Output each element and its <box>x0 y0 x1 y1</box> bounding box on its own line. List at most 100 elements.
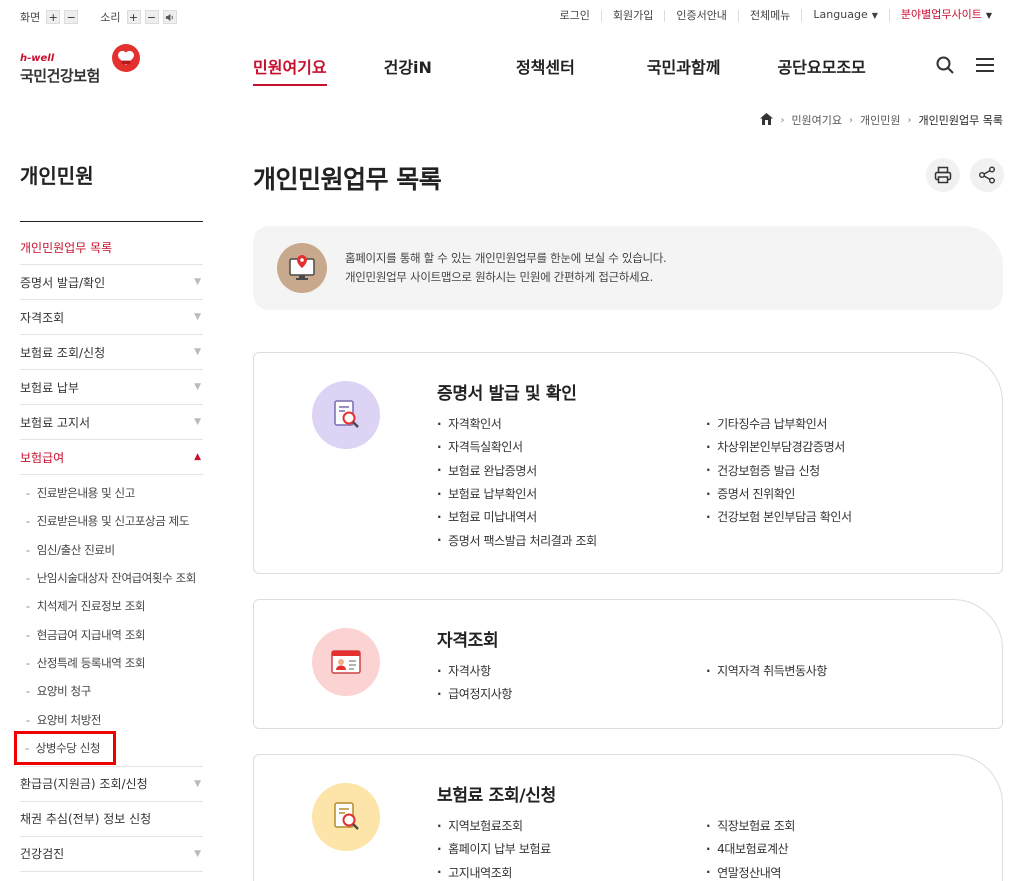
signup-link[interactable]: 회원가입 <box>600 9 664 22</box>
print-icon[interactable] <box>926 158 960 192</box>
logo-name: 국민건강보험 <box>20 67 100 85</box>
breadcrumb-item[interactable]: 개인민원 <box>860 112 900 128</box>
sidebar-item-checkup[interactable]: 건강검진 ▼ <box>20 837 203 872</box>
card-link[interactable]: 직장보험료 조회 <box>706 814 795 837</box>
sidebar-subitem[interactable]: - 요양비 처방전 <box>20 705 203 733</box>
search-icon[interactable] <box>934 54 956 76</box>
language-label: Language <box>813 8 868 21</box>
card-link[interactable]: 홈페이지 납부 보험료 <box>437 837 551 860</box>
sidebar-subitem[interactable]: - 치석제거 진료정보 조회 <box>20 592 203 620</box>
certificate-guide-link[interactable]: 인증서안내 <box>664 9 738 22</box>
sidebar-subitem[interactable]: - 현금급여 지급내역 조회 <box>20 620 203 648</box>
card-link[interactable]: 자격득실확인서 <box>437 435 597 458</box>
card-link-list: 지역보험료조회 홈페이지 납부 보험료 고지내역조회 <box>437 814 551 881</box>
card-link[interactable]: 지역보험료조회 <box>437 814 551 837</box>
card-link[interactable]: 보험료 완납증명서 <box>437 459 597 482</box>
home-icon[interactable] <box>760 112 774 128</box>
card-link-list: 자격사항 급여정지사항 <box>437 659 512 706</box>
chevron-right-icon: › <box>780 114 785 126</box>
sidebar-item-qualification[interactable]: 자격조회 ▼ <box>20 300 203 335</box>
global-navigation: 민원여기요 건강iN 정책센터 국민과함께 공단요모조모 <box>253 54 866 86</box>
sidebar-subitem-label: 현금급여 지급내역 조회 <box>36 627 146 642</box>
sidebar-item-label: 증명서 발급/확인 <box>20 275 106 290</box>
sidebar-subitem[interactable]: - 요양비 청구 <box>20 677 203 705</box>
sidebar-subitem-sickness-allowance[interactable]: - 상병수당 신청 <box>14 730 116 766</box>
share-icon[interactable] <box>970 158 1004 192</box>
card-link[interactable]: 자격사항 <box>437 659 512 682</box>
card-link[interactable]: 급여정지사항 <box>437 682 512 705</box>
accessibility-controls: 화면 + − 소리 + − <box>20 9 181 25</box>
login-link[interactable]: 로그인 <box>548 9 600 22</box>
card-link[interactable]: 지역자격 취득변동사항 <box>706 659 827 682</box>
sidebar-item-refund[interactable]: 환급금(지원금) 조회/신청 ▼ <box>20 767 203 802</box>
utility-bar: 화면 + − 소리 + − 로그인 회원가입 인증서안내 전체메뉴 Langua… <box>0 0 1023 34</box>
field-site-select[interactable]: 분야별업무사이트 ▼ <box>888 9 1003 22</box>
speaker-icon[interactable] <box>162 10 177 24</box>
sidebar-item-label: 환급금(지원금) 조회/신청 <box>20 777 148 792</box>
utility-links: 로그인 회원가입 인증서안내 전체메뉴 Language ▼ 분야별업무사이트 ▼ <box>548 9 1003 22</box>
sidebar-subitem[interactable]: - 진료받은내용 및 신고포상금 제도 <box>20 507 203 535</box>
breadcrumb-item[interactable]: 민원여기요 <box>791 112 842 128</box>
card-link[interactable]: 건강보험 본인부담금 확인서 <box>706 505 852 528</box>
sidebar-item-premium-bill[interactable]: 보험료 고지서 ▼ <box>20 405 203 440</box>
triangle-down-icon: ▼ <box>194 417 201 427</box>
triangle-down-icon: ▼ <box>194 277 201 287</box>
card-link[interactable]: 자격확인서 <box>437 412 597 435</box>
nav-with-citizens[interactable]: 국민과함께 <box>647 54 721 78</box>
sidebar-item-benefits[interactable]: 보험급여 ▲ <box>20 440 203 475</box>
sidebar-title: 개인민원 <box>20 164 94 188</box>
breadcrumb-current: 개인민원업무 목록 <box>918 114 1003 127</box>
nav-health-in[interactable]: 건강iN <box>384 54 432 78</box>
hamburger-menu-icon[interactable] <box>974 54 996 76</box>
card-link-list: 직장보험료 조회 4대보험료계산 연말정산내역 <box>706 814 795 881</box>
sidebar-item-label: 자격조회 <box>20 310 65 325</box>
logo-tagline: h-well <box>20 53 55 64</box>
sidebar-item-label: 개인민원업무 목록 <box>20 240 113 255</box>
sound-label: 소리 <box>100 11 121 24</box>
sidebar-item-premium-payment[interactable]: 보험료 납부 ▼ <box>20 370 203 405</box>
notice-line: 홈페이지를 통해 할 수 있는 개인민원업무를 한눈에 보실 수 있습니다. <box>345 251 667 265</box>
sidebar-item-debt-collection[interactable]: 채권 추심(전부) 정보 신청 <box>20 802 203 837</box>
sidebar-item-label: 건강검진 <box>20 847 65 862</box>
card-link[interactable]: 보험료 납부확인서 <box>437 482 597 505</box>
triangle-down-icon: ▼ <box>194 778 201 789</box>
card-title: 자격조회 <box>437 631 499 651</box>
sidebar-subitem[interactable]: - 임신/출산 진료비 <box>20 536 203 564</box>
nav-civil-service[interactable]: 민원여기요 <box>253 54 327 86</box>
triangle-down-icon: ▼ <box>194 848 201 859</box>
sidebar-item-civil-list[interactable]: 개인민원업무 목록 <box>20 230 203 265</box>
card-link[interactable]: 4대보험료계산 <box>706 837 795 860</box>
volume-up-button[interactable]: + <box>126 10 141 24</box>
monitor-location-icon <box>277 243 327 293</box>
sidebar-subitem-label: 진료받은내용 및 신고 <box>36 486 136 501</box>
caret-down-icon: ▼ <box>871 11 878 20</box>
card-link[interactable]: 기타징수금 납부확인서 <box>706 412 852 435</box>
sidebar-item-premium-inquiry[interactable]: 보험료 조회/신청 ▼ <box>20 335 203 370</box>
card-link[interactable]: 보험료 미납내역서 <box>437 505 597 528</box>
service-card-premium: 보험료 조회/신청 지역보험료조회 홈페이지 납부 보험료 고지내역조회 직장보… <box>253 754 1003 881</box>
sidebar-subitem[interactable]: - 난임시술대상자 잔여급여횟수 조회 <box>20 564 203 592</box>
chevron-right-icon: › <box>849 114 854 126</box>
card-link[interactable]: 차상위본인부담경감증명서 <box>706 435 852 458</box>
card-link[interactable]: 건강보험증 발급 신청 <box>706 459 852 482</box>
nav-policy-center[interactable]: 정책센터 <box>516 54 575 78</box>
sidebar-subitem[interactable]: - 산정특례 등록내역 조회 <box>20 649 203 677</box>
page-title: 개인민원업무 목록 <box>253 165 442 194</box>
sidebar-subitem-label: 산정특례 등록내역 조회 <box>36 655 146 670</box>
all-menu-link[interactable]: 전체메뉴 <box>737 9 801 22</box>
sidebar-item-certificate[interactable]: 증명서 발급/확인 ▼ <box>20 265 203 300</box>
nhis-logo[interactable]: h-well 국민건강보험 <box>20 44 140 85</box>
language-select[interactable]: Language ▼ <box>801 9 888 22</box>
volume-down-button[interactable]: − <box>144 10 159 24</box>
zoom-in-button[interactable]: + <box>46 10 61 24</box>
sidebar-item-label: 보험료 고지서 <box>20 415 91 430</box>
card-link[interactable]: 고지내역조회 <box>437 861 551 881</box>
sidebar-subitem[interactable]: - 진료받은내용 및 신고 <box>20 479 203 507</box>
card-link[interactable]: 증명서 진위확인 <box>706 482 852 505</box>
document-search-icon <box>312 783 380 851</box>
card-link[interactable]: 증명서 팩스발급 처리결과 조회 <box>437 528 597 551</box>
card-link[interactable]: 연말정산내역 <box>706 861 795 881</box>
card-link-list: 지역자격 취득변동사항 <box>706 659 827 682</box>
nav-nhis-about[interactable]: 공단요모조모 <box>777 54 865 78</box>
zoom-out-button[interactable]: − <box>64 10 79 24</box>
